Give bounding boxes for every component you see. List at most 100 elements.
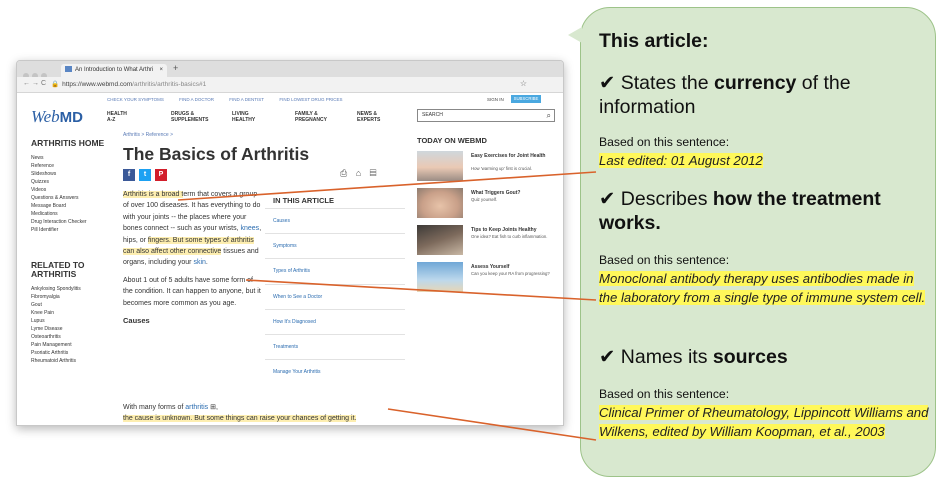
story-sub: One idea? Eat fish to curb inflammation. [471, 234, 548, 239]
subscribe-button[interactable]: SUBSCRIBE [511, 95, 541, 103]
url-field[interactable]: 🔒 https://www.webmd.com/arthritis/arthrit… [51, 80, 206, 88]
search-input[interactable]: SEARCH ⌕ [417, 109, 555, 122]
paragraph: About 1 out of 5 adults have some form o… [123, 276, 261, 307]
exercise-thumbnail [417, 151, 463, 181]
nav-item[interactable]: Pain Management [31, 341, 111, 349]
breadcrumb[interactable]: Arthritis > Reference > [123, 132, 173, 138]
sign-in-link[interactable]: SIGN IN [487, 97, 504, 102]
mainnav-item[interactable]: DRUGS & SUPPLEMENTS [171, 111, 209, 123]
based-on-label: Based on this sentence: [599, 135, 730, 149]
story-card[interactable]: Easy Exercises for Joint Health How 'war… [417, 151, 557, 185]
nav-arrows-icon[interactable]: ←→C [23, 80, 48, 87]
mainnav-item[interactable]: HEALTH A-Z [107, 111, 127, 123]
mainnav-item[interactable]: LIVING HEALTHY [232, 111, 255, 123]
callout-title: This article: [599, 30, 709, 52]
nav-item[interactable]: Osteoarthritis [31, 333, 111, 341]
keyword: currency [714, 72, 797, 94]
address-bar: ←→C 🔒 https://www.webmd.com/arthritis/art… [17, 77, 563, 93]
criterion-heading: ✔ States the currency of the information [599, 71, 924, 119]
nav-item[interactable]: Quizzes [31, 178, 111, 186]
in-this-article: IN THIS ARTICLE Causes Symptoms Types of A… [265, 196, 405, 384]
story-sub: How 'warming up' first is crucial. [471, 166, 532, 171]
topnav-link[interactable]: CHECK YOUR SYMPTOMS [107, 97, 164, 102]
nav-item[interactable]: Psoriatic Arthritis [31, 349, 111, 357]
nav-item[interactable]: Fibromyalgia [31, 293, 111, 301]
lock-icon: 🔒 [51, 81, 60, 88]
topnav-link[interactable]: FIND A DENTIST [229, 97, 264, 102]
paragraph: Arthritis is a broad term that covers a … [123, 189, 263, 269]
toc-link[interactable]: Types of Arthritis [265, 258, 405, 283]
nav-item[interactable]: Drug Interaction Checker [31, 218, 111, 226]
keyword: sources [712, 346, 788, 368]
nav-item[interactable]: Knee Pain [31, 309, 111, 317]
toc-link[interactable]: Treatments [265, 333, 405, 359]
twitter-share-icon[interactable]: t [139, 169, 151, 181]
text: Describes [615, 188, 713, 210]
nav-item[interactable]: Ankylosing Spondylitis [31, 285, 111, 293]
skin-link[interactable]: skin [193, 259, 205, 266]
topnav-link[interactable]: FIND A DOCTOR [179, 97, 214, 102]
toc-link[interactable]: Symptoms [265, 233, 405, 258]
nav-item[interactable]: Message Board [31, 202, 111, 210]
story-card[interactable]: Tips to Keep Joints Healthy One idea? Ea… [417, 225, 557, 259]
callout-tail [568, 27, 582, 43]
left-nav: ARTHRITIS HOME News Reference Slideshows Qu… [31, 138, 111, 365]
webpage: CHECK YOUR SYMPTOMS FIND A DOCTOR FIND A… [17, 94, 563, 425]
story-sub: Can you keep your RA from progressing? [471, 271, 550, 276]
nav-item[interactable]: Reference [31, 162, 111, 170]
webmd-logo[interactable]: WebMD [31, 107, 83, 127]
nav-item[interactable]: Questions & Answers [31, 194, 111, 202]
based-on-label: Based on this sentence: [599, 387, 730, 401]
mainnav-line: HEALTHY [232, 117, 256, 123]
story-card[interactable]: Assess Yourself Can you keep your RA fro… [417, 262, 557, 296]
checkmark-icon: ✔ [599, 346, 616, 368]
nav-item[interactable]: Pill Identifier [31, 226, 111, 234]
toc-link[interactable]: How It's Diagnosed [265, 308, 405, 334]
nav-item[interactable]: Gout [31, 301, 111, 309]
sidebar-heading: TODAY ON WEBMD [417, 136, 487, 145]
toc-link[interactable]: Manage Your Arthritis [265, 359, 405, 384]
mainnav-item[interactable]: FAMILY & PREGNANCY [295, 111, 327, 123]
url-path: /arthritis/arthritis-basics#1 [132, 81, 207, 88]
utility-nav: CHECK YOUR SYMPTOMS FIND A DOCTOR FIND A… [107, 97, 357, 102]
joints-thumbnail [417, 225, 463, 255]
knees-link[interactable]: knees [241, 225, 260, 232]
facebook-share-icon[interactable]: f [123, 169, 135, 181]
mainnav-item[interactable]: NEWS & EXPERTS [357, 111, 380, 123]
new-tab-button[interactable]: + [173, 63, 178, 73]
mainnav-line: EXPERTS [357, 117, 381, 123]
browser-tab[interactable]: An Introduction to What Arthri × [61, 64, 167, 77]
criterion-heading: ✔ Describes how the treatment works. [599, 187, 924, 235]
nav-item[interactable]: Lupus [31, 317, 111, 325]
url-host: https://www.webmd.com [62, 81, 133, 88]
nav-item[interactable]: Medications [31, 210, 111, 218]
print-save-icons[interactable]: ⎙ ⌂ ▤ [340, 168, 380, 179]
nav-item[interactable]: Lyme Disease [31, 325, 111, 333]
search-placeholder: SEARCH [422, 112, 443, 118]
pinterest-share-icon[interactable]: P [155, 169, 167, 181]
beach-thumbnail [417, 262, 463, 292]
nav-item[interactable]: News [31, 154, 111, 162]
logo-md: MD [59, 109, 83, 126]
toc-link[interactable]: Causes [265, 208, 405, 233]
nav-heading[interactable]: ARTHRITIS HOME [31, 138, 111, 149]
tab-bar: An Introduction to What Arthri × + [17, 61, 563, 79]
nav-item[interactable]: Rheumatoid Arthritis [31, 357, 111, 365]
nav-item[interactable]: Videos [31, 186, 111, 194]
text: States the [615, 72, 714, 94]
search-icon[interactable]: ⌕ [547, 110, 551, 121]
story-sub: Quiz yourself. [471, 197, 498, 202]
arthritis-link[interactable]: arthritis [185, 404, 208, 411]
nav-item[interactable]: Slideshows [31, 170, 111, 178]
quote-text: Last edited: 01 August 2012 [599, 153, 763, 168]
close-tab-icon[interactable]: × [159, 64, 163, 77]
story-card[interactable]: What Triggers Gout? Quiz yourself. [417, 188, 557, 222]
topnav-link[interactable]: FIND LOWEST DRUG PRICES [279, 97, 342, 102]
highlight: the cause is unknown. But some things ca… [123, 415, 357, 423]
evidence-quote: Last edited: 01 August 2012 [599, 151, 929, 170]
toc-link[interactable]: When to See a Doctor [265, 283, 405, 309]
bookmark-star-icon[interactable]: ☆ [520, 79, 527, 88]
quote-text: Monoclonal antibody therapy uses antibod… [599, 271, 926, 305]
evidence-quote: Monoclonal antibody therapy uses antibod… [599, 269, 929, 307]
based-on-label: Based on this sentence: [599, 253, 730, 267]
